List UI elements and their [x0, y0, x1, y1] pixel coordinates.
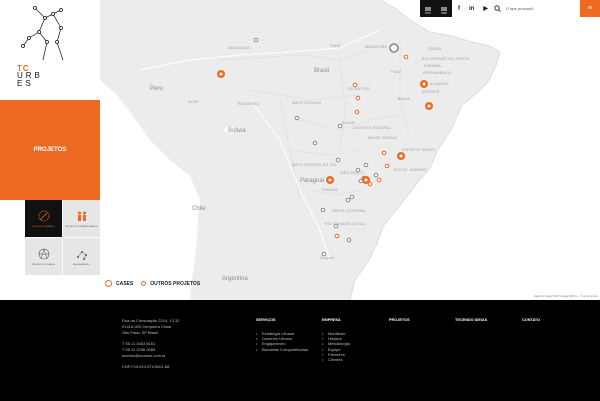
footer-link[interactable]: Clientes	[322, 357, 350, 362]
map-canvas	[100, 0, 600, 300]
youtube-icon[interactable]: ▶	[483, 5, 488, 12]
country-label: Brasil	[314, 68, 330, 74]
tile-label: ESTUDOS URBANOS	[32, 225, 55, 228]
country-label: Peru	[150, 86, 163, 92]
tile-label: REGULAMENTO	[73, 263, 90, 266]
logo-urbes: URB ES	[17, 71, 43, 88]
state-label: SÃO PAULO	[341, 171, 364, 175]
state-label: ACRE	[188, 100, 199, 104]
country-label: Paraguai	[300, 178, 325, 184]
state-label: CEARÁ	[428, 47, 442, 51]
lang-ptg[interactable]: PTG	[423, 2, 434, 15]
lang-eng[interactable]: ENG	[439, 2, 450, 15]
tile-regulamento[interactable]: REGULAMENTO	[63, 238, 100, 275]
state-label: MATO GROSSO	[292, 101, 322, 105]
tile-estudos-urbanos[interactable]: ESTUDOS URBANOS	[25, 200, 62, 237]
tile-projetos-compartilhados[interactable]: PROJETOS COMPARTILHADOS	[63, 200, 100, 237]
footer-col-projetos: PROJETOS	[389, 318, 410, 331]
state-label: SANTA CATARINA	[332, 209, 366, 213]
state-label: RONDÔNIA	[238, 102, 260, 106]
footer-link[interactable]: Bicicletas Compartilhadas	[256, 347, 308, 352]
tile-label: PROJETOS E PLANOS	[31, 263, 56, 266]
language-switcher: PTG ENG	[420, 0, 452, 17]
state-label: PERNAMBUCO	[423, 71, 452, 75]
country-label: Chile	[192, 206, 206, 212]
tile-projetos-e-planos[interactable]: PROJETOS E PLANOS	[25, 238, 62, 275]
footer-heading[interactable]: SERVIÇOS	[256, 318, 308, 322]
state-label: RIO GRANDE DO NORTE	[422, 57, 470, 61]
tile-label: PROJETOS COMPARTILHADOS	[65, 225, 98, 228]
state-label: PARAÍBA	[424, 64, 442, 68]
footer-heading[interactable]: TECENDO IDEIAS	[455, 318, 487, 322]
map-attribution[interactable]: Dados do mapa ©2017 Google 500 km ⎯⎯ Ter…	[534, 295, 598, 298]
state-label: ESPÍRITO SANTO	[402, 148, 436, 152]
search: O que procura?	[494, 0, 534, 17]
footer-heading[interactable]: CONTATO	[522, 318, 540, 322]
map-legend: CASES OUTROS PROJETOS	[105, 280, 200, 287]
cases-marker-icon	[105, 280, 112, 287]
category-tiles: ESTUDOS URBANOS PROJETOS COMPARTILHADOS …	[25, 200, 100, 275]
footer-heading[interactable]: PROJETOS	[389, 318, 410, 322]
outros-marker-icon	[141, 281, 147, 286]
footer: Rua da Consolação 2214, 13 32 01416-000 …	[0, 300, 600, 401]
sidebar: TC URB ES PROJETOS ESTUDOS URBANOS PROJE…	[0, 0, 100, 300]
state-label: RIO DE JANEIRO	[394, 168, 427, 172]
social-links: f in ▶	[452, 0, 488, 17]
top-bar: PTG ENG f in ▶ O que procura? ≡	[420, 0, 600, 17]
cnpj-line: CNPJ 09.024.371/0001-88	[122, 364, 170, 369]
footer-address: Rua da Consolação 2214, 13 32 01416-000 …	[122, 318, 222, 370]
footer-col-empresa: EMPRESA Manifesto História Metodologia E…	[322, 318, 350, 362]
footer-col-contato: CONTATO	[522, 318, 540, 331]
state-label: PARÁ	[330, 44, 341, 48]
legend-cases[interactable]: CASES	[116, 281, 133, 287]
linkedin-icon[interactable]: in	[469, 6, 474, 12]
logo[interactable]: TC URB ES	[0, 0, 100, 100]
state-label: TOCANTINS	[347, 87, 370, 91]
footer-col-tecendo-ideias: TECENDO IDEIAS	[455, 318, 487, 331]
footer-col-servicos: SERVIÇOS Estratégia Urbana Desenho Urban…	[256, 318, 308, 352]
facebook-icon[interactable]: f	[458, 6, 460, 12]
footer-heading[interactable]: EMPRESA	[322, 318, 350, 322]
flag-icon	[441, 7, 447, 11]
menu-icon[interactable]: ≡	[580, 0, 600, 17]
active-section-projetos[interactable]: PROJETOS	[0, 100, 100, 200]
state-label: GOIÁS	[342, 121, 355, 125]
state-label: PIAUÍ	[391, 70, 402, 74]
search-icon[interactable]	[494, 5, 501, 12]
explosion-icon	[38, 210, 49, 221]
state-label: DISTRITO FEDERAL	[353, 126, 392, 130]
state-label: MATO GROSSO DO SUL	[292, 163, 338, 167]
state-label: PARANÁ	[322, 188, 338, 192]
state-label: MINAS GERAIS	[368, 136, 397, 140]
state-label: BAHIA	[398, 97, 411, 101]
legend-outros[interactable]: OUTROS PROJETOS	[150, 281, 200, 287]
logo-figure-icon	[21, 6, 64, 61]
nodes-icon	[76, 250, 87, 260]
map[interactable]: Brasil Peru Bolivia Paraguai Chile Argen…	[100, 0, 600, 300]
people-icon	[77, 211, 86, 221]
state-label: AMAZONAS	[228, 46, 251, 50]
search-input[interactable]: O que procura?	[506, 6, 534, 11]
state-label: ALAGOAS	[430, 82, 449, 86]
country-label: Bolivia	[228, 128, 246, 134]
state-label: SERGIPE	[422, 90, 440, 94]
network-icon	[38, 248, 49, 259]
state-label: RIO GRANDE DO SUL	[325, 222, 367, 226]
flag-icon	[425, 7, 431, 11]
country-label: Uruguai	[320, 256, 335, 260]
state-label: MARANHÃO	[365, 45, 388, 49]
country-label: Argentina	[222, 276, 248, 282]
pacific-ocean	[100, 80, 200, 300]
